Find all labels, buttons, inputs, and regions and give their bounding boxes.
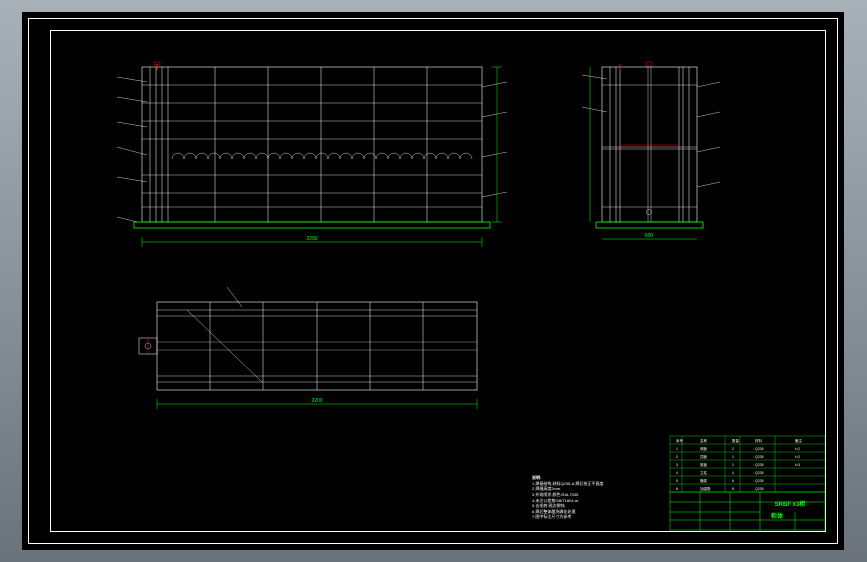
svg-text:4: 4 bbox=[732, 471, 734, 475]
svg-text:材料: 材料 bbox=[755, 438, 763, 443]
svg-text:横梁: 横梁 bbox=[700, 478, 708, 483]
svg-text:底板: 底板 bbox=[700, 462, 708, 467]
svg-text:1: 1 bbox=[732, 463, 734, 467]
svg-text:2200: 2200 bbox=[311, 398, 322, 404]
svg-text:备注: 备注 bbox=[795, 438, 803, 443]
svg-text:1: 1 bbox=[676, 447, 678, 451]
svg-text:名称: 名称 bbox=[700, 438, 708, 443]
svg-text:8: 8 bbox=[732, 487, 734, 491]
svg-text:2: 2 bbox=[676, 455, 678, 459]
svg-text:3: 3 bbox=[676, 463, 678, 467]
svg-text:2200: 2200 bbox=[306, 236, 317, 242]
drawing-svg: 2200 bbox=[22, 12, 844, 550]
svg-text:t=3: t=3 bbox=[795, 463, 800, 467]
title-block: SRBF x3柜 柜体 序号 名称 数量 材料 备注 1 侧板 2 Q235 t… bbox=[670, 436, 825, 530]
technical-notes: 说明: 1.焊接结构,材料Q235-A,焊后校正平直度. 2.焊缝高度2mm. … bbox=[532, 475, 652, 520]
front-elevation-view: 2200 bbox=[117, 62, 507, 247]
cad-drawing-canvas: 2200 bbox=[22, 12, 844, 550]
svg-text:Q235: Q235 bbox=[755, 487, 764, 491]
svg-text:5: 5 bbox=[676, 479, 678, 483]
svg-text:2: 2 bbox=[732, 447, 734, 451]
svg-text:侧板: 侧板 bbox=[700, 446, 708, 451]
svg-text:加强筋: 加强筋 bbox=[700, 486, 711, 491]
svg-text:4: 4 bbox=[676, 471, 678, 475]
svg-text:Q235: Q235 bbox=[755, 463, 764, 467]
side-elevation-view: 600 bbox=[582, 62, 720, 239]
note-line: 7.图中标注尺寸为参考. bbox=[532, 514, 652, 520]
svg-text:Q235: Q235 bbox=[755, 479, 764, 483]
svg-text:数量: 数量 bbox=[732, 438, 740, 443]
svg-text:600: 600 bbox=[645, 233, 654, 239]
svg-text:6: 6 bbox=[676, 487, 678, 491]
svg-text:序号: 序号 bbox=[676, 438, 684, 443]
svg-text:柜体: 柜体 bbox=[770, 512, 784, 520]
svg-text:Q235: Q235 bbox=[755, 447, 764, 451]
plan-view: 2200 bbox=[139, 287, 477, 409]
svg-text:6: 6 bbox=[732, 479, 734, 483]
svg-text:Q235: Q235 bbox=[755, 455, 764, 459]
svg-text:t=2: t=2 bbox=[795, 455, 800, 459]
svg-text:SRBF x3柜: SRBF x3柜 bbox=[775, 500, 806, 508]
svg-text:t=2: t=2 bbox=[795, 447, 800, 451]
svg-text:1: 1 bbox=[732, 455, 734, 459]
svg-text:顶板: 顶板 bbox=[700, 454, 708, 459]
svg-text:Q235: Q235 bbox=[755, 471, 764, 475]
svg-text:立柱: 立柱 bbox=[700, 470, 708, 475]
